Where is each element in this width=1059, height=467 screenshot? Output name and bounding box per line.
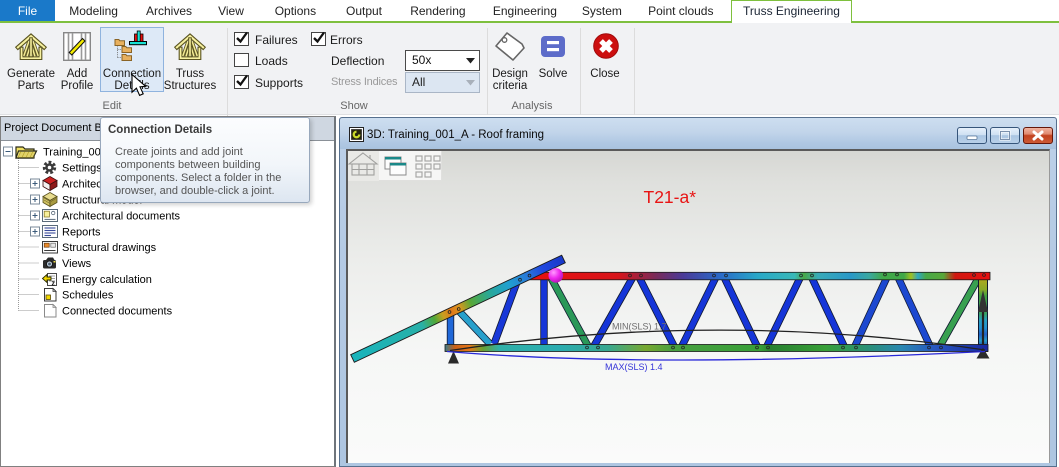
svg-text:Schedules: Schedules xyxy=(62,290,114,302)
svg-text:Structural drawings: Structural drawings xyxy=(62,242,157,254)
svg-text:MIN(SLS) 1.7: MIN(SLS) 1.7 xyxy=(612,322,667,332)
svg-text:MAX(SLS) 1.4: MAX(SLS) 1.4 xyxy=(605,362,663,372)
svg-text:T21-a*: T21-a* xyxy=(644,187,697,207)
svg-text:Views: Views xyxy=(62,258,92,270)
svg-text:Reports: Reports xyxy=(62,227,101,239)
svg-text:Connected documents: Connected documents xyxy=(62,306,173,318)
svg-text:Settings: Settings xyxy=(62,163,102,175)
svg-text:Energy calculation: Energy calculation xyxy=(62,274,152,286)
svg-text:z: z xyxy=(52,281,56,288)
svg-text:Architectural documents: Architectural documents xyxy=(62,211,180,223)
